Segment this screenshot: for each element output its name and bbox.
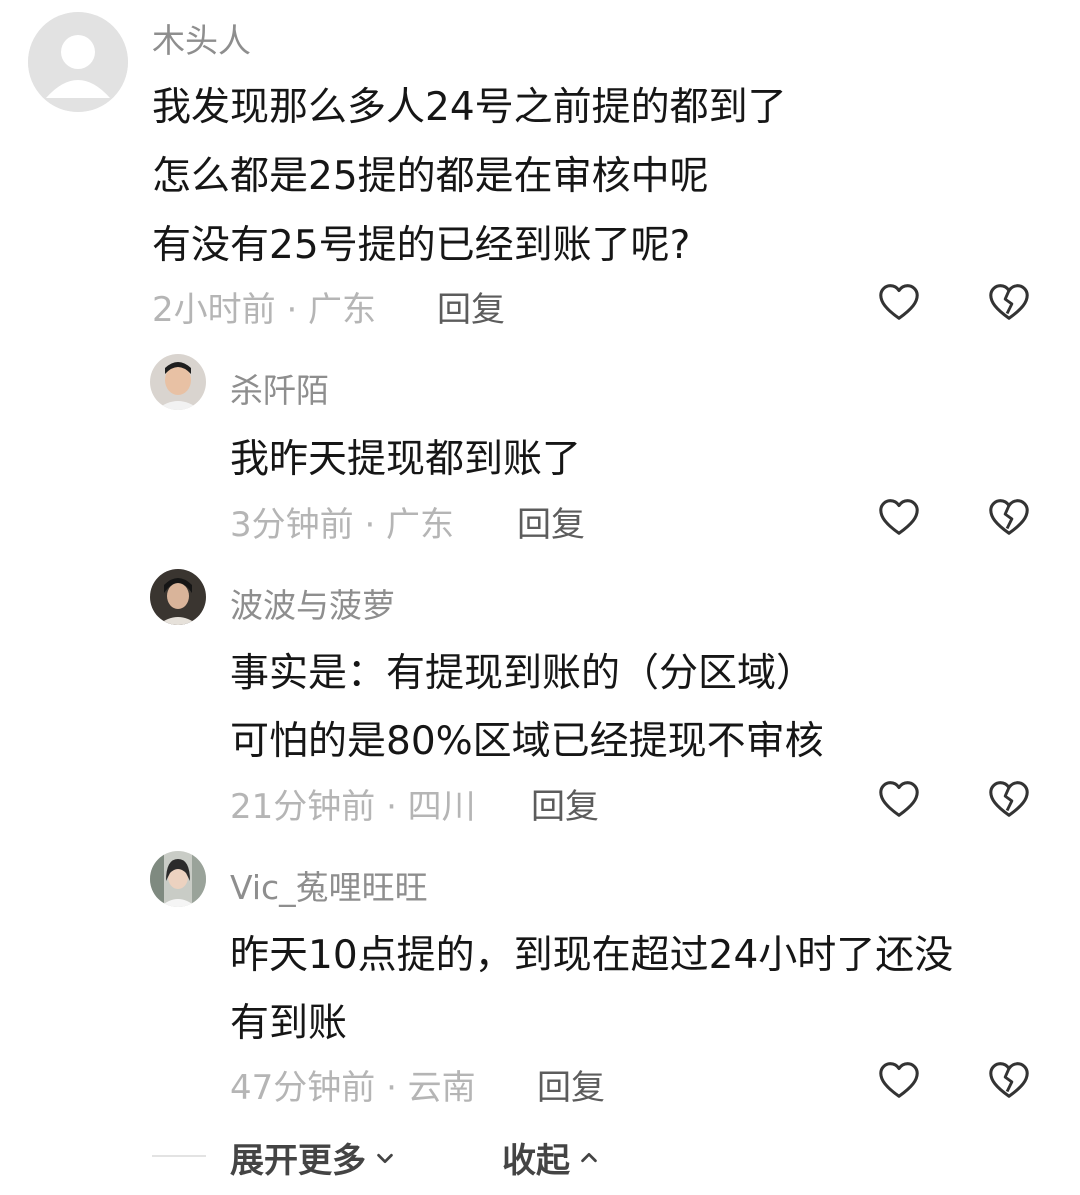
expand-more-label: 展开更多 xyxy=(230,1141,366,1181)
user-photo-icon xyxy=(150,569,206,625)
avatar[interactable] xyxy=(150,851,206,907)
reply-button[interactable]: 回复 xyxy=(537,1060,605,1109)
heart-outline-icon[interactable] xyxy=(876,494,922,540)
comment-text: 事实是：有提现到账的（分区域） xyxy=(230,651,816,696)
username[interactable]: Vic_菟哩旺旺 xyxy=(230,861,428,909)
chevron-down-icon xyxy=(377,1153,393,1163)
broken-heart-icon[interactable] xyxy=(986,494,1032,540)
collapse-button[interactable]: 收起 xyxy=(502,1133,600,1182)
comment-text: 有没有25号提的已经到账了呢? xyxy=(152,223,691,268)
comment-meta: 2小时前 · 广东 xyxy=(152,290,377,330)
reply-button[interactable]: 回复 xyxy=(531,779,599,828)
collapse-label: 收起 xyxy=(502,1141,570,1181)
user-photo-icon xyxy=(150,851,206,907)
username[interactable]: 波波与菠萝 xyxy=(230,579,395,627)
comment-text: 怎么都是25提的都是在审核中呢 xyxy=(152,154,709,199)
comment-meta: 21分钟前 · 四川 xyxy=(230,787,476,827)
comment-text: 昨天10点提的，到现在超过24小时了还没 xyxy=(230,933,954,978)
heart-outline-icon[interactable] xyxy=(876,776,922,822)
broken-heart-icon[interactable] xyxy=(986,279,1032,325)
reply-button[interactable]: 回复 xyxy=(437,282,505,331)
comment-text: 我发现那么多人24号之前提的都到了 xyxy=(152,85,787,130)
broken-heart-icon[interactable] xyxy=(986,776,1032,822)
default-avatar-icon xyxy=(28,12,128,112)
comment-text: 我昨天提现都到账了 xyxy=(230,437,582,482)
chevron-up-icon xyxy=(581,1152,597,1162)
user-photo-icon xyxy=(150,354,206,410)
avatar[interactable] xyxy=(150,569,206,625)
comment-meta: 3分钟前 · 广东 xyxy=(230,505,455,545)
divider xyxy=(152,1155,206,1157)
broken-heart-icon[interactable] xyxy=(986,1057,1032,1103)
comment-text: 有到账 xyxy=(230,1001,348,1046)
comment-meta: 47分钟前 · 云南 xyxy=(230,1068,476,1108)
username[interactable]: 杀阡陌 xyxy=(230,364,329,412)
heart-outline-icon[interactable] xyxy=(876,1057,922,1103)
reply-button[interactable]: 回复 xyxy=(517,497,585,546)
expand-more-button[interactable]: 展开更多 xyxy=(230,1133,396,1182)
username[interactable]: 木头人 xyxy=(152,14,251,62)
avatar[interactable] xyxy=(28,12,128,112)
comment-text: 可怕的是80%区域已经提现不审核 xyxy=(230,719,824,764)
heart-outline-icon[interactable] xyxy=(876,279,922,325)
avatar[interactable] xyxy=(150,354,206,410)
